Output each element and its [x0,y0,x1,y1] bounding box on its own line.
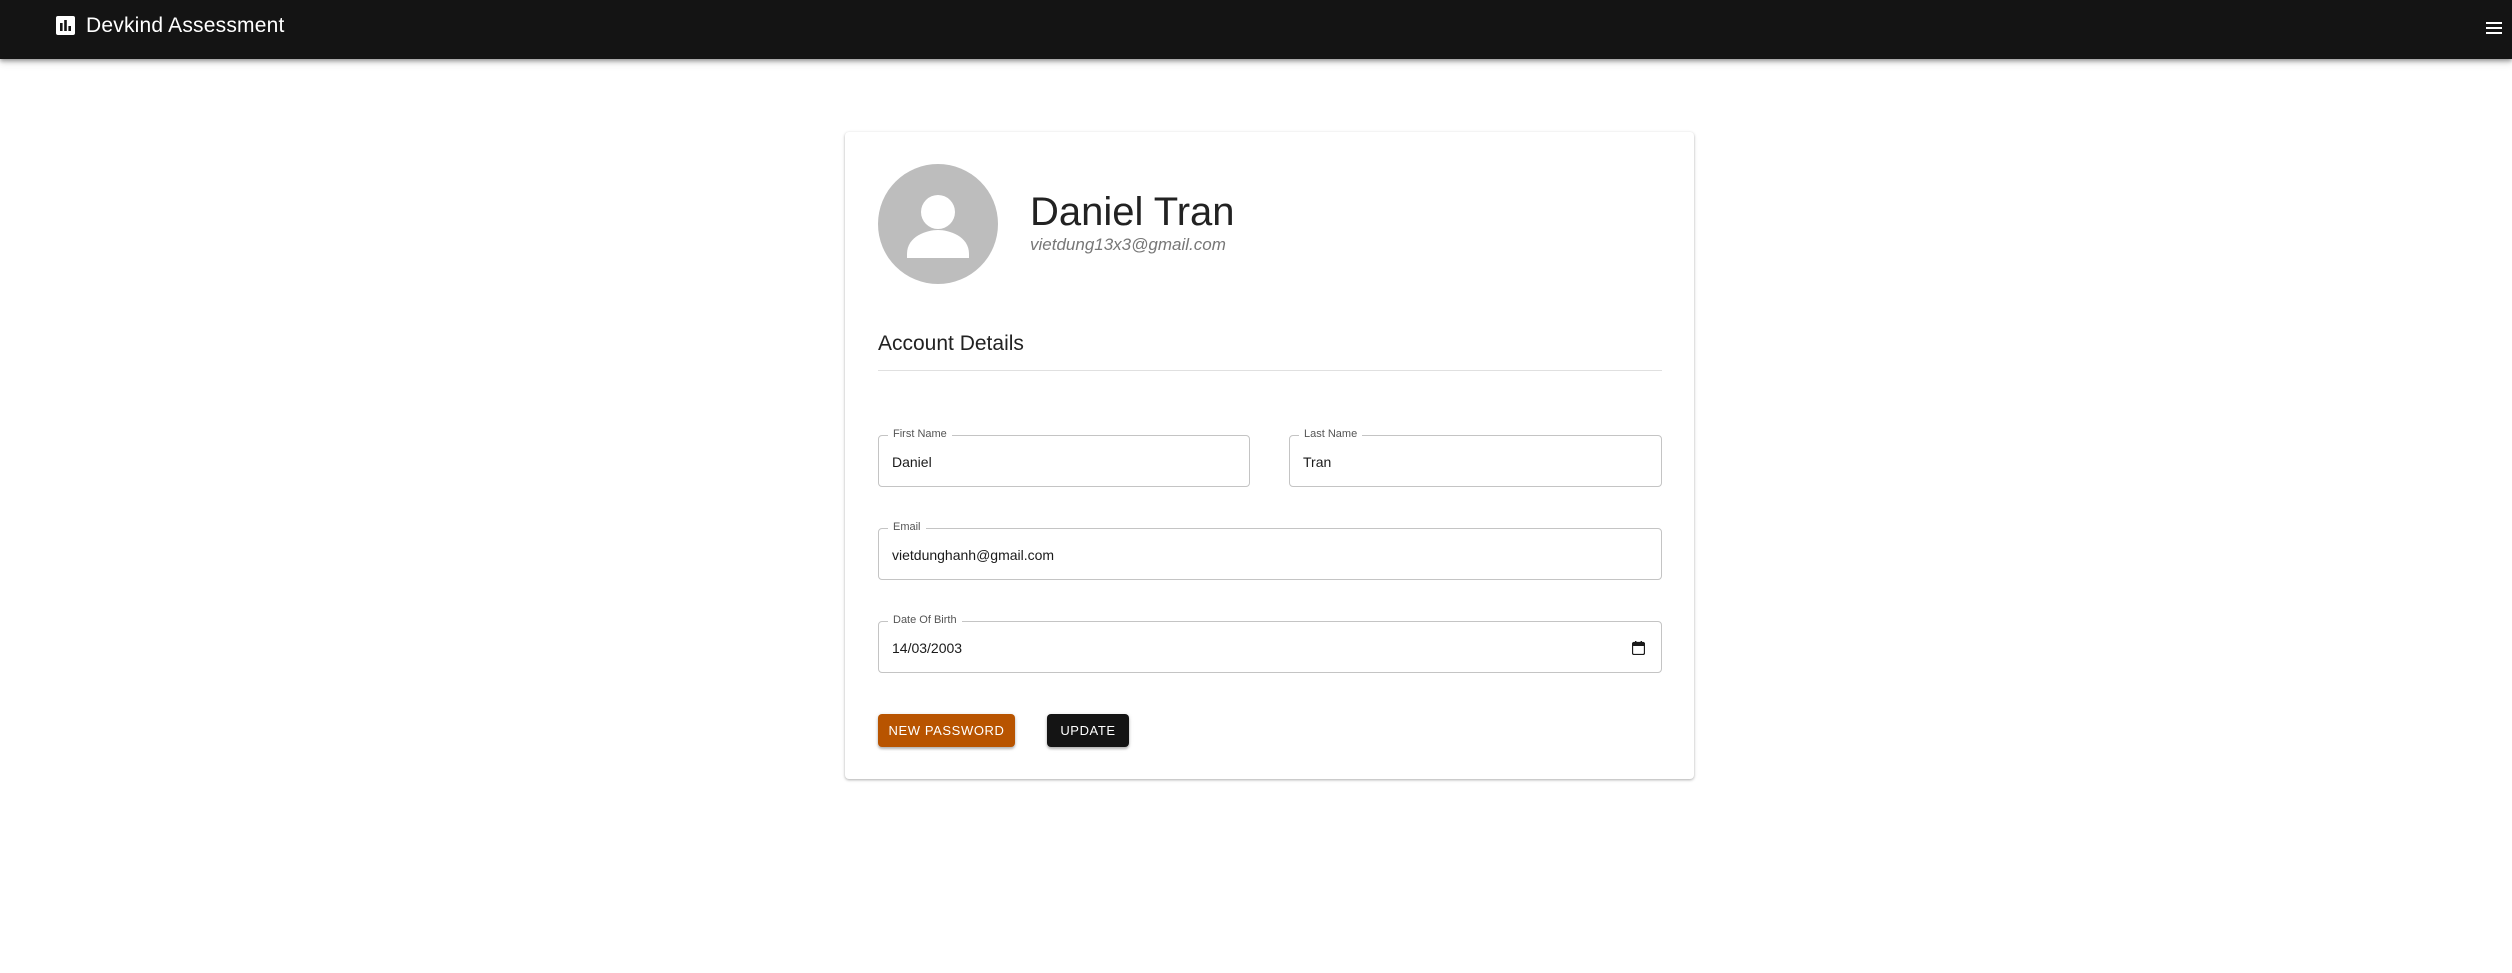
avatar [878,164,998,284]
first-name-field[interactable]: First Name Daniel [878,427,1250,487]
last-name-field[interactable]: Last Name Tran [1289,427,1662,487]
date-of-birth-label: Date Of Birth [888,613,962,627]
bar-chart-icon [56,16,75,35]
new-password-button[interactable]: New Password [878,714,1015,747]
app-title: Devkind Assessment [86,14,285,37]
section-title-account-details: Account Details [878,332,1024,355]
last-name-value: Tran [1303,454,1332,470]
update-button[interactable]: Update [1047,714,1129,747]
app-bar: Devkind Assessment [0,0,2512,59]
calendar-icon[interactable] [1632,641,1645,655]
email-value: vietdunghanh@gmail.com [892,547,1055,563]
date-of-birth-field[interactable]: Date Of Birth 14/03/2003 [878,613,1662,673]
first-name-value: Daniel [892,454,932,470]
last-name-label: Last Name [1299,427,1363,441]
date-of-birth-value: 14/03/2003 [892,640,963,656]
person-icon [907,195,969,258]
divider [878,370,1662,371]
profile-card: Daniel Tran vietdung13x3@gmail.com Accou… [845,132,1694,779]
email-label: Email [888,520,926,534]
profile-name: Daniel Tran [1030,190,1235,234]
first-name-label: First Name [888,427,952,441]
hamburger-menu-icon[interactable] [2484,19,2504,37]
email-field[interactable]: Email vietdunghanh@gmail.com [878,520,1662,580]
profile-email: vietdung13x3@gmail.com [1030,235,1226,254]
